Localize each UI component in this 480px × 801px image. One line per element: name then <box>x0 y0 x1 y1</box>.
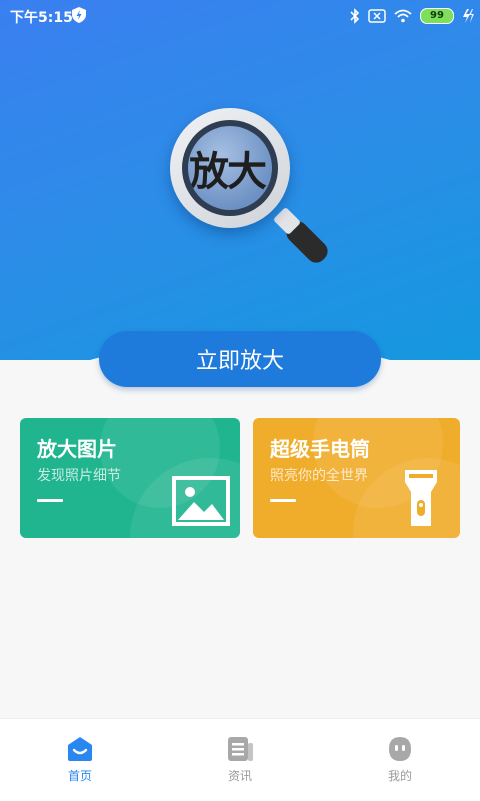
card-divider <box>37 499 63 502</box>
tab-home[interactable]: 首页 <box>40 735 120 784</box>
bluetooth-icon <box>350 8 360 24</box>
card-subtitle: 照亮你的全世界 <box>270 468 368 484</box>
status-time: 下午5:15 <box>10 10 73 26</box>
lens-glass: 放大 <box>188 126 272 210</box>
status-bar: 下午5:15 99 <box>0 0 480 32</box>
wifi-icon <box>394 9 412 23</box>
card-title: 超级手电筒 <box>270 437 370 461</box>
home-icon <box>68 737 92 761</box>
card-title: 放大图片 <box>37 437 117 461</box>
news-icon <box>228 737 253 761</box>
tab-news[interactable]: 资讯 <box>200 735 280 784</box>
charging-icon <box>463 9 474 23</box>
tab-profile[interactable]: 我的 <box>360 735 440 784</box>
card-subtitle: 发现照片细节 <box>37 468 121 484</box>
no-sim-icon <box>368 9 386 23</box>
tab-label: 我的 <box>387 769 412 783</box>
card-magnify-image[interactable]: 放大图片 发现照片细节 <box>20 418 240 538</box>
card-flashlight[interactable]: 超级手电筒 照亮你的全世界 <box>253 418 460 538</box>
bottom-tab-bar: 首页 资讯 我的 <box>0 718 480 801</box>
hero-banner: 下午5:15 99 放大 <box>0 0 480 360</box>
status-icons: 99 <box>350 6 474 26</box>
lens-text: 放大 <box>189 149 267 195</box>
tab-label: 首页 <box>67 769 92 783</box>
image-icon <box>172 476 230 526</box>
flashlight-icon <box>405 470 437 526</box>
tab-label: 资讯 <box>227 769 252 783</box>
lens-rim: 放大 <box>182 120 278 216</box>
profile-icon <box>389 737 411 761</box>
shield-icon <box>72 7 86 23</box>
magnify-now-button[interactable]: 立即放大 <box>99 331 381 387</box>
card-divider <box>270 499 296 502</box>
magnifier-illustration: 放大 <box>160 100 350 270</box>
battery-indicator: 99 <box>420 8 454 24</box>
magnifier-lens: 放大 <box>170 108 290 228</box>
